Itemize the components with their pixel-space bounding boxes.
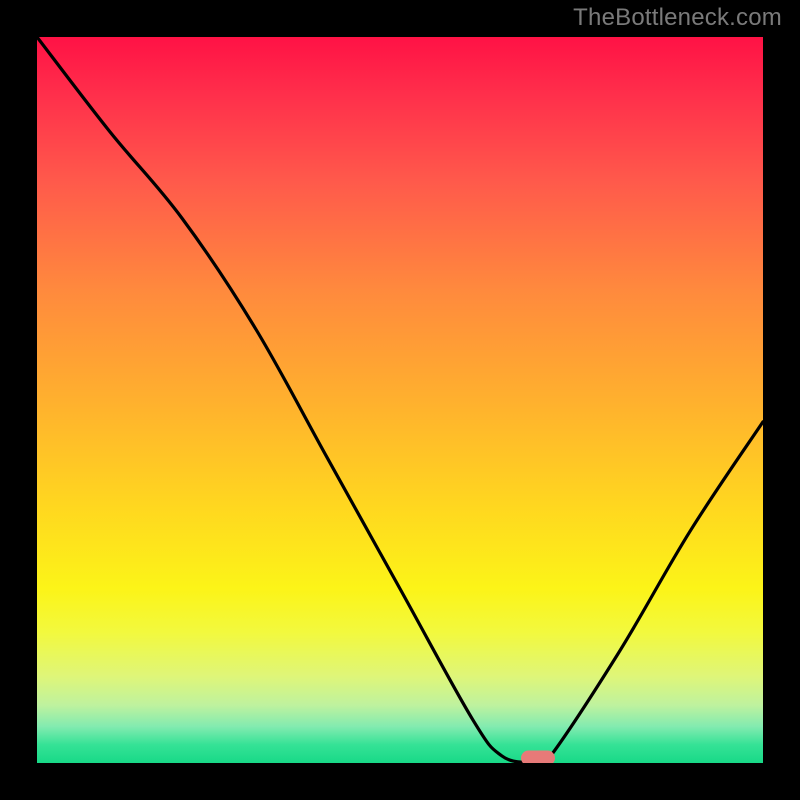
watermark-text: TheBottleneck.com <box>573 4 782 32</box>
x-axis-line <box>37 763 763 767</box>
plot-svg <box>37 37 763 763</box>
chart-container: TheBottleneck.com <box>0 0 800 800</box>
bottleneck-curve-path <box>37 37 763 763</box>
